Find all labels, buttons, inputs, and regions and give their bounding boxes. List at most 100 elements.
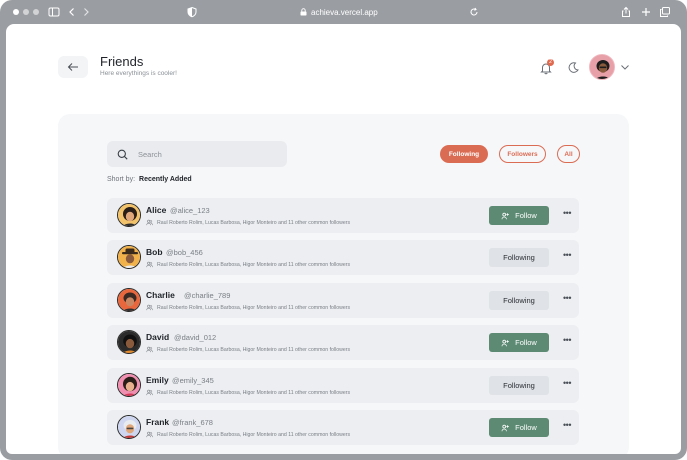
sort-value[interactable]: Recently Added — [139, 176, 192, 183]
avatar[interactable] — [117, 330, 141, 354]
sort-control[interactable]: Short by: Recently Added — [107, 176, 192, 183]
following-button[interactable]: Following — [489, 291, 549, 310]
new-tab-icon[interactable] — [640, 6, 652, 18]
page-content: Friends Here everythings is cooler! 2 Fo… — [6, 24, 681, 454]
follow-button[interactable]: Follow — [489, 418, 549, 437]
lock-icon — [300, 8, 307, 16]
more-horizontal-icon[interactable]: ••• — [561, 250, 573, 262]
users-icon — [146, 219, 153, 226]
mutual-text: Raul Roberto Rolim, Lucas Barbosa, Higor… — [157, 219, 351, 226]
more-horizontal-icon[interactable]: ••• — [561, 208, 573, 220]
following-button[interactable]: Following — [489, 376, 549, 395]
mutual-followers: Raul Roberto Rolim, Lucas Barbosa, Higor… — [146, 431, 350, 438]
users-icon — [146, 261, 153, 268]
tab-followers[interactable]: Followers — [499, 145, 546, 163]
mutual-text: Raul Roberto Rolim, Lucas Barbosa, Higor… — [157, 346, 351, 353]
button-label: Follow — [515, 211, 537, 220]
friend-name[interactable]: David — [146, 332, 169, 342]
users-icon — [146, 346, 153, 353]
user-plus-icon — [501, 424, 510, 431]
user-plus-icon — [501, 339, 510, 346]
avatar[interactable] — [117, 203, 141, 227]
arrow-left-icon — [67, 63, 78, 71]
avatar-image — [118, 374, 140, 396]
browser-window: achieva.vercel.app Friends Here everythi… — [0, 0, 687, 460]
users-icon — [146, 304, 153, 311]
user-plus-icon — [501, 212, 510, 219]
tab-all[interactable]: All — [557, 145, 580, 163]
users-icon — [146, 389, 153, 396]
friend-name[interactable]: Bob — [146, 247, 163, 257]
friend-name[interactable]: Alice — [146, 205, 166, 215]
avatar[interactable] — [589, 54, 615, 80]
friend-handle: @bob_456 — [166, 248, 203, 257]
avatar-image — [118, 204, 140, 226]
page-subtitle: Here everythings is cooler! — [100, 70, 177, 77]
tab-following[interactable]: Following — [440, 145, 488, 163]
mutual-followers: Raul Roberto Rolim, Lucas Barbosa, Higor… — [146, 389, 350, 396]
minimize-dot[interactable] — [23, 9, 29, 15]
follow-button[interactable]: Follow — [489, 333, 549, 352]
sidebar-icon[interactable] — [48, 6, 60, 18]
mutual-text: Raul Roberto Rolim, Lucas Barbosa, Higor… — [157, 431, 351, 438]
button-label: Follow — [515, 423, 537, 432]
page-title: Friends — [100, 54, 144, 69]
avatar-image — [118, 331, 140, 353]
avatar-image — [118, 416, 140, 438]
list-item[interactable]: Alice @alice_123 Raul Roberto Rolim, Lucas… — [107, 198, 579, 233]
mutual-text: Raul Roberto Rolim, Lucas Barbosa, Higor… — [157, 304, 351, 311]
tab-overview-icon[interactable] — [659, 6, 671, 18]
share-icon[interactable] — [620, 6, 632, 18]
friend-name[interactable]: Frank — [146, 417, 169, 427]
avatar[interactable] — [117, 288, 141, 312]
avatar[interactable] — [117, 245, 141, 269]
url-text: achieva.vercel.app — [311, 7, 378, 17]
search-input[interactable] — [138, 149, 258, 159]
list-item[interactable]: Bob @bob_456 Raul Roberto Rolim, Lucas Bar… — [107, 240, 579, 275]
search-icon — [117, 149, 128, 160]
more-horizontal-icon[interactable]: ••• — [561, 420, 573, 432]
address-bar[interactable]: achieva.vercel.app — [300, 6, 420, 18]
button-label: Following — [503, 296, 535, 305]
avatar[interactable] — [117, 373, 141, 397]
list-item[interactable]: Emily @emily_345 Raul Roberto Rolim, Lucas… — [107, 368, 579, 403]
follow-button[interactable]: Follow — [489, 206, 549, 225]
zoom-dot[interactable] — [33, 9, 39, 15]
mutual-text: Raul Roberto Rolim, Lucas Barbosa, Higor… — [157, 261, 351, 268]
back-button[interactable] — [58, 56, 88, 78]
friend-name[interactable]: Charlie — [146, 290, 175, 300]
button-label: Following — [503, 253, 535, 262]
avatar[interactable] — [117, 415, 141, 439]
avatar-image — [118, 289, 140, 311]
button-label: Follow — [515, 338, 537, 347]
mutual-followers: Raul Roberto Rolim, Lucas Barbosa, Higor… — [146, 219, 350, 226]
avatar-image — [118, 246, 140, 268]
friend-handle: @frank_678 — [172, 418, 213, 427]
friend-name[interactable]: Emily — [146, 375, 169, 385]
mutual-followers: Raul Roberto Rolim, Lucas Barbosa, Higor… — [146, 346, 350, 353]
forward-nav-icon[interactable] — [80, 6, 92, 18]
friend-handle: @alice_123 — [170, 206, 210, 215]
list-item[interactable]: David @david_012 Raul Roberto Rolim, Lucas… — [107, 325, 579, 360]
more-horizontal-icon[interactable]: ••• — [561, 293, 573, 305]
list-item[interactable]: Frank @frank_678 Raul Roberto Rolim, Lucas… — [107, 410, 579, 445]
shield-icon[interactable] — [186, 6, 198, 18]
more-horizontal-icon[interactable]: ••• — [561, 335, 573, 347]
profile-avatar-image — [590, 55, 614, 79]
back-nav-icon[interactable] — [66, 6, 78, 18]
browser-toolbar: achieva.vercel.app — [0, 0, 687, 24]
list-item[interactable]: Charlie @charlie_789 Raul Roberto Rolim, L… — [107, 283, 579, 318]
following-button[interactable]: Following — [489, 248, 549, 267]
friend-handle: @emily_345 — [172, 376, 214, 385]
friend-handle: @david_012 — [174, 333, 217, 342]
sort-label: Short by: — [107, 176, 136, 183]
window-controls — [13, 9, 39, 15]
chevron-down-icon[interactable] — [620, 62, 630, 72]
search-box[interactable] — [107, 141, 287, 167]
close-dot[interactable] — [13, 9, 19, 15]
reload-icon[interactable] — [468, 6, 480, 18]
more-horizontal-icon[interactable]: ••• — [561, 378, 573, 390]
mutual-text: Raul Roberto Rolim, Lucas Barbosa, Higor… — [157, 389, 351, 396]
friend-handle: @charlie_789 — [184, 291, 231, 300]
moon-icon[interactable] — [567, 61, 580, 74]
